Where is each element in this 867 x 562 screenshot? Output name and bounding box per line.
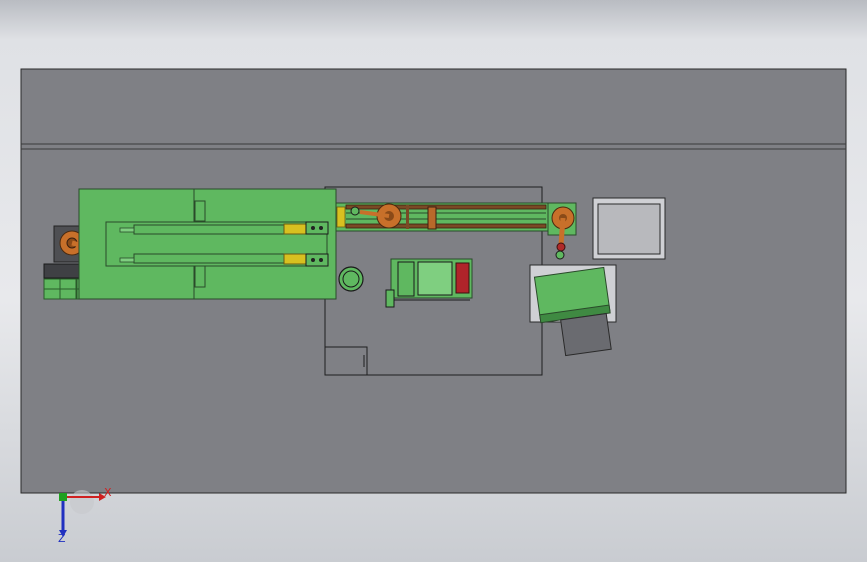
press-fixture-side-plate <box>385 289 395 308</box>
main-machine-slide-upper <box>119 227 135 233</box>
main-machine-bracket-bottom <box>194 264 206 288</box>
unload-station-bin[interactable] <box>560 312 612 357</box>
factory-layout-model[interactable] <box>0 0 867 562</box>
clamp-bolt-4 <box>319 258 323 262</box>
press-fixture-head[interactable] <box>397 261 415 297</box>
inspection-table-top[interactable] <box>597 203 661 255</box>
storage-rack-top[interactable] <box>43 263 81 279</box>
press-fixture-bed[interactable] <box>417 261 453 296</box>
yellow-guide-lower[interactable] <box>283 253 307 265</box>
right-robot-link <box>558 217 566 246</box>
main-machine-beam-upper[interactable] <box>133 224 285 235</box>
yellow-guide-upper[interactable] <box>283 223 307 235</box>
main-machine-bracket-top <box>194 200 206 222</box>
press-fixture-red-part[interactable] <box>455 262 470 294</box>
clamp-unit-lower[interactable] <box>305 253 329 267</box>
clamp-bolt-3 <box>311 258 315 262</box>
clamp-bolt-1 <box>311 226 315 230</box>
gantry-yellow-stop <box>336 206 346 228</box>
main-machine-slide-lower <box>119 257 135 263</box>
gantry-end-plate <box>406 205 409 229</box>
right-robot-wrist <box>556 242 566 252</box>
gantry-carriage-block[interactable] <box>427 206 437 230</box>
triad-z-label: Z <box>58 532 66 544</box>
triad-y-axis <box>59 493 67 501</box>
gantry-robot-1-tool <box>350 206 360 216</box>
gantry-rail-track-top[interactable] <box>345 204 547 210</box>
main-machine-beam-lower[interactable] <box>133 253 285 264</box>
gantry-rail-track-bottom[interactable] <box>345 223 547 229</box>
coordinate-triad: X Z <box>58 486 112 544</box>
triad-origin-shadow <box>70 490 94 514</box>
clamp-bolt-2 <box>319 226 323 230</box>
right-robot-gripper <box>555 250 565 260</box>
cad-graphics-viewport[interactable]: X Z <box>0 0 867 562</box>
triad-x-label: X <box>104 486 112 499</box>
clamp-unit-upper[interactable] <box>305 221 329 235</box>
